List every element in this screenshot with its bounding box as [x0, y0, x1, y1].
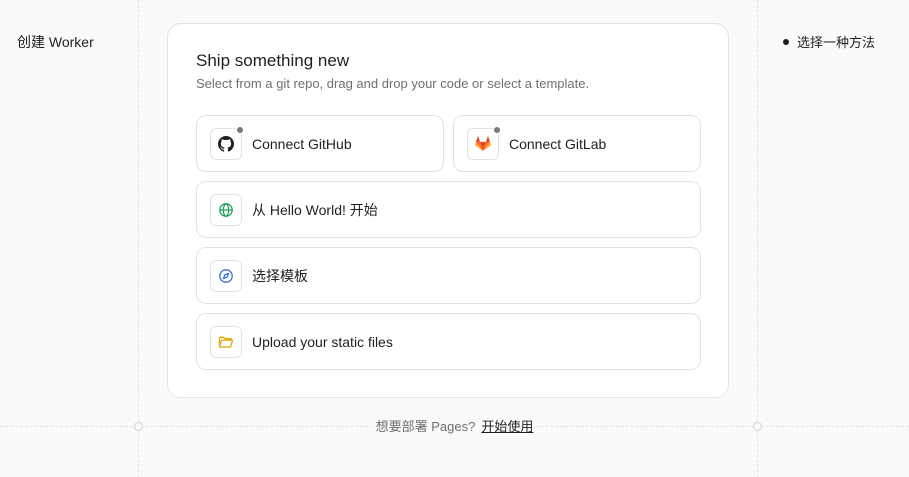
github-status-dot [236, 125, 244, 134]
gitlab-icon [467, 125, 501, 160]
folder-icon [210, 325, 242, 358]
card-subtitle: Select from a git repo, drag and drop yo… [196, 76, 590, 91]
connect-gitlab-label: Connect GitLab [509, 135, 607, 152]
guide-line-left [138, 0, 139, 477]
compass-icon [210, 259, 242, 292]
upload-static-files-button[interactable]: Upload your static files [196, 313, 701, 370]
footer: 想要部署 Pages? 开始使用 [0, 416, 909, 435]
step-item-choose-method: 选择一种方法 [783, 32, 875, 51]
footer-text: 想要部署 Pages? [375, 419, 476, 434]
gitlab-status-dot [493, 125, 501, 134]
connect-gitlab-button[interactable]: Connect GitLab [453, 115, 701, 172]
page-title: 创建 Worker [17, 34, 94, 50]
select-template-button[interactable]: 选择模板 [196, 247, 701, 304]
select-template-label: 选择模板 [252, 267, 308, 284]
create-options-card: Ship something new Select from a git rep… [167, 23, 729, 398]
start-hello-world-button[interactable]: 从 Hello World! 开始 [196, 181, 701, 238]
step-label: 选择一种方法 [797, 35, 876, 50]
hello-world-label: 从 Hello World! 开始 [252, 201, 378, 218]
github-icon [210, 125, 244, 160]
get-started-link[interactable]: 开始使用 [481, 419, 533, 434]
step-active-dot [783, 38, 789, 45]
upload-files-label: Upload your static files [252, 333, 393, 350]
connect-github-button[interactable]: Connect GitHub [196, 115, 444, 172]
connect-github-label: Connect GitHub [252, 135, 352, 152]
guide-line-right [757, 0, 758, 477]
card-title: Ship something new [196, 51, 350, 70]
globe-icon [210, 193, 242, 226]
footer-content: 想要部署 Pages? 开始使用 [371, 416, 538, 435]
